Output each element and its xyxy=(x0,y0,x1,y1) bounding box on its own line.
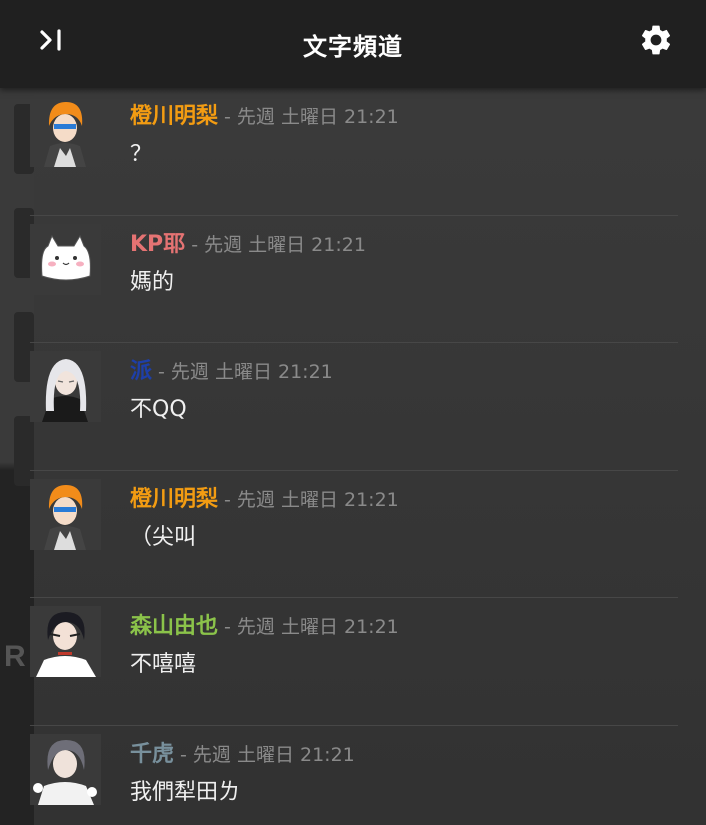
message-item[interactable]: 橙川明梨 - 先週 土曜日 21:21 ？ xyxy=(30,88,678,216)
message-header: 森山由也 - 先週 土曜日 21:21 xyxy=(130,608,399,640)
gear-icon xyxy=(641,25,671,55)
username[interactable]: 派 xyxy=(130,359,152,384)
channel-title: 文字頻道 xyxy=(303,32,403,61)
message-header: KP耶 - 先週 土曜日 21:21 xyxy=(130,226,366,258)
timestamp: - 先週 土曜日 21:21 xyxy=(191,233,366,256)
username[interactable]: 森山由也 xyxy=(130,614,218,639)
timestamp: - 先週 土曜日 21:21 xyxy=(224,616,399,638)
avatar[interactable] xyxy=(30,733,101,805)
message-item[interactable]: 森山由也 - 先週 土曜日 21:21 不嘻嘻 xyxy=(30,598,678,726)
message-header: 派 - 先週 土曜日 21:21 xyxy=(130,353,333,385)
white-cat-avatar-icon xyxy=(30,223,101,295)
message-text: ？ xyxy=(130,142,153,167)
timestamp: - 先週 土曜日 21:21 xyxy=(180,743,355,766)
username[interactable]: KP耶 xyxy=(130,232,185,257)
username[interactable]: 橙川明梨 xyxy=(130,104,218,129)
collapse-right-icon xyxy=(40,29,61,51)
message-text: 不嘻嘻 xyxy=(130,652,197,677)
message-text: 不QQ xyxy=(130,397,187,422)
black-hair-avatar-icon xyxy=(30,606,101,677)
avatar[interactable] xyxy=(30,606,101,677)
username[interactable]: 橙川明梨 xyxy=(130,487,218,512)
grey-hair-avatar-icon xyxy=(30,733,101,805)
orange-hair-avatar-icon xyxy=(30,96,101,167)
message-header: 千虎 - 先週 土曜日 21:21 xyxy=(130,736,355,768)
white-hair-avatar-icon xyxy=(30,351,101,422)
collapse-panel-button[interactable] xyxy=(36,26,68,54)
avatar[interactable] xyxy=(30,96,101,167)
message-text: （尖叫 xyxy=(130,524,197,550)
timestamp: - 先週 土曜日 21:21 xyxy=(224,106,399,128)
orange-hair-avatar-icon xyxy=(30,478,101,550)
message-header: 橙川明梨 - 先週 土曜日 21:21 xyxy=(130,98,399,130)
message-item[interactable]: 派 - 先週 土曜日 21:21 不QQ xyxy=(30,343,678,471)
channel-header: 文字頻道 xyxy=(0,0,706,88)
background-sidebar: R xyxy=(0,0,34,825)
message-item[interactable]: 橙川明梨 - 先週 土曜日 21:21 （尖叫 xyxy=(30,471,678,598)
avatar[interactable] xyxy=(30,478,101,550)
message-text: 媽的 xyxy=(130,269,175,295)
timestamp: - 先週 土曜日 21:21 xyxy=(224,488,399,511)
avatar[interactable] xyxy=(30,351,101,422)
message-item[interactable]: KP耶 - 先週 土曜日 21:21 媽的 xyxy=(30,216,678,343)
message-text: 我們犁田ㄌ xyxy=(130,779,241,805)
username[interactable]: 千虎 xyxy=(130,742,174,767)
message-header: 橙川明梨 - 先週 土曜日 21:21 xyxy=(130,481,399,513)
timestamp: - 先週 土曜日 21:21 xyxy=(158,361,333,383)
message-item[interactable]: 千虎 - 先週 土曜日 21:21 我們犁田ㄌ xyxy=(30,726,678,825)
message-list[interactable]: 橙川明梨 - 先週 土曜日 21:21 ？ KP耶 - 先週 土曜日 21:21 媽… xyxy=(30,88,678,825)
background-letter: R xyxy=(4,640,26,673)
settings-button[interactable] xyxy=(636,20,676,60)
avatar[interactable] xyxy=(30,223,101,295)
